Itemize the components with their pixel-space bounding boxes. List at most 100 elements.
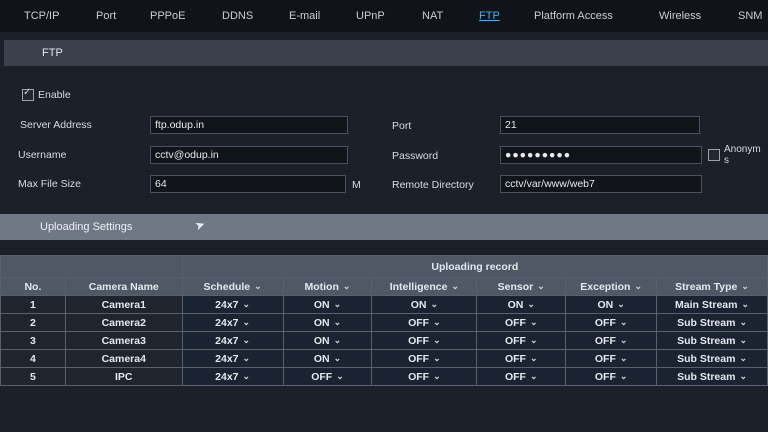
chevron-down-icon: ⌄ [529, 335, 538, 345]
chevron-down-icon: ⌄ [433, 371, 441, 381]
chevron-down-icon[interactable]: ⌄ [634, 281, 642, 292]
motion-dropdown[interactable]: ON ⌄ [282, 349, 373, 368]
stream-type-dropdown[interactable]: Sub Stream ⌄ [656, 331, 768, 350]
chevron-down-icon: ⌄ [433, 353, 441, 363]
server-address-field[interactable]: ftp.odup.in [150, 116, 348, 134]
password-field[interactable]: ●●●●●●●●● [500, 146, 702, 164]
exception-value: OFF [594, 370, 616, 383]
schedule-dropdown[interactable]: 24x7 ⌄ [181, 349, 284, 368]
motion-dropdown[interactable]: ON ⌄ [282, 331, 373, 350]
tab-snmp[interactable]: SNM [738, 10, 762, 22]
motion-dropdown[interactable]: OFF ⌄ [282, 367, 373, 386]
tab-port[interactable]: Port [96, 10, 116, 22]
chevron-down-icon: ⌄ [739, 371, 747, 381]
exception-value: ON [597, 298, 614, 311]
schedule-dropdown[interactable]: 24x7 ⌄ [181, 367, 284, 386]
anonymous-checkbox-icon[interactable] [708, 149, 720, 161]
enable-checkbox-icon[interactable] [22, 87, 34, 101]
tab-email[interactable]: E-mail [289, 10, 320, 22]
cell-no: 5 [0, 367, 66, 386]
tab-ddns[interactable]: DDNS [222, 10, 253, 22]
stream-type-dropdown[interactable]: Sub Stream ⌄ [656, 367, 768, 386]
chevron-down-icon[interactable]: ⌄ [451, 281, 459, 292]
table-row: 4 Camera4 24x7 ⌄ ON ⌄ OFF ⌄ OFF ⌄ OFF ⌄ Sub S… [0, 349, 768, 368]
chevron-down-icon[interactable]: ⌄ [537, 281, 545, 292]
schedule-dropdown[interactable]: 24x7 ⌄ [181, 331, 284, 350]
motion-dropdown[interactable]: ON ⌄ [282, 313, 373, 332]
intelligence-dropdown[interactable]: OFF ⌄ [371, 367, 478, 386]
remote-directory-field[interactable]: cctv/var/www/web7 [500, 175, 702, 193]
col-header-camera-name: Camera Name [64, 277, 183, 296]
tab-nat[interactable]: NAT [422, 10, 443, 22]
max-file-size-field[interactable]: 64 [150, 175, 346, 193]
cell-camera-name: Camera4 [64, 349, 183, 368]
exception-dropdown[interactable]: OFF ⌄ [565, 367, 658, 386]
username-field[interactable]: cctv@odup.in [150, 146, 348, 164]
chevron-down-icon: ⌄ [433, 317, 441, 327]
stream-type-dropdown[interactable]: Main Stream ⌄ [656, 295, 768, 314]
anonymous-label: Anonym [724, 144, 761, 155]
sensor-dropdown[interactable]: OFF ⌄ [476, 349, 567, 368]
ftp-section-title: FTP [42, 47, 63, 59]
cell-no: 4 [0, 349, 66, 368]
cell-no: 2 [0, 313, 66, 332]
intelligence-dropdown[interactable]: ON ⌄ [371, 295, 478, 314]
intelligence-dropdown[interactable]: OFF ⌄ [371, 313, 478, 332]
sensor-dropdown[interactable]: OFF ⌄ [476, 367, 567, 386]
motion-dropdown[interactable]: ON ⌄ [282, 295, 373, 314]
stream-type-value: Sub Stream [677, 352, 736, 365]
motion-value: OFF [311, 370, 333, 383]
col-header-schedule: Schedule ⌄ [181, 277, 284, 296]
schedule-dropdown[interactable]: 24x7 ⌄ [181, 313, 284, 332]
top-tab-bar: TCP/IP Port PPPoE DDNS E-mail UPnP NAT F… [0, 0, 768, 32]
chevron-down-icon[interactable]: ⌄ [343, 281, 351, 292]
sensor-value: OFF [504, 316, 526, 329]
tab-tcp-ip[interactable]: TCP/IP [24, 10, 59, 22]
chevron-down-icon: ⌄ [619, 371, 628, 381]
intelligence-value: OFF [408, 370, 430, 383]
intelligence-dropdown[interactable]: OFF ⌄ [371, 331, 478, 350]
chevron-down-icon[interactable]: ⌄ [254, 281, 262, 292]
schedule-value: 24x7 [215, 316, 239, 329]
sensor-dropdown[interactable]: OFF ⌄ [476, 313, 567, 332]
remote-directory-label: Remote Directory [392, 179, 474, 191]
col-header-exception-label: Exception [580, 280, 631, 293]
chevron-down-icon: ⌄ [741, 299, 750, 309]
exception-dropdown[interactable]: ON ⌄ [565, 295, 658, 314]
schedule-value: 24x7 [215, 352, 239, 365]
col-header-sensor-label: Sensor [497, 280, 534, 293]
tab-pppoe[interactable]: PPPoE [150, 10, 185, 22]
stream-type-dropdown[interactable]: Sub Stream ⌄ [656, 313, 768, 332]
intelligence-dropdown[interactable]: OFF ⌄ [371, 349, 478, 368]
col-header-motion: Motion ⌄ [282, 277, 373, 296]
schedule-dropdown[interactable]: 24x7 ⌄ [181, 295, 284, 314]
exception-dropdown[interactable]: OFF ⌄ [565, 349, 658, 368]
sensor-dropdown[interactable]: OFF ⌄ [476, 331, 567, 350]
chevron-down-icon: ⌄ [739, 335, 747, 345]
tab-wireless[interactable]: Wireless [659, 10, 701, 22]
schedule-value: 24x7 [215, 298, 239, 311]
record-group-spacer [0, 255, 183, 278]
chevron-down-icon: ⌄ [527, 299, 535, 309]
stream-type-dropdown[interactable]: Sub Stream ⌄ [656, 349, 768, 368]
anonymous-label-wrap: s [724, 155, 729, 166]
chevron-down-icon: ⌄ [619, 335, 628, 345]
chevron-down-icon: ⌄ [242, 335, 251, 345]
exception-dropdown[interactable]: OFF ⌄ [565, 331, 658, 350]
chevron-down-icon: ⌄ [333, 299, 342, 309]
tab-upnp[interactable]: UPnP [356, 10, 385, 22]
chevron-down-icon[interactable]: ⌄ [741, 281, 749, 292]
col-header-schedule-label: Schedule [203, 280, 251, 293]
col-header-intelligence-label: Intelligence [389, 280, 448, 293]
chevron-down-icon: ⌄ [242, 353, 251, 363]
tab-ftp[interactable]: FTP [479, 10, 500, 22]
col-header-no: No. [0, 277, 66, 296]
exception-dropdown[interactable]: OFF ⌄ [565, 313, 658, 332]
chevron-down-icon: ⌄ [433, 335, 441, 345]
port-field[interactable]: 21 [500, 116, 700, 134]
uploading-table: Uploading record No. Camera Name Schedul… [0, 255, 768, 386]
tab-platform-access[interactable]: Platform Access [534, 10, 613, 22]
max-file-size-label: Max File Size [18, 178, 82, 190]
sensor-dropdown[interactable]: ON ⌄ [476, 295, 567, 314]
table-row: 5 IPC 24x7 ⌄ OFF ⌄ OFF ⌄ OFF ⌄ OFF ⌄ Sub Stre… [0, 367, 768, 386]
